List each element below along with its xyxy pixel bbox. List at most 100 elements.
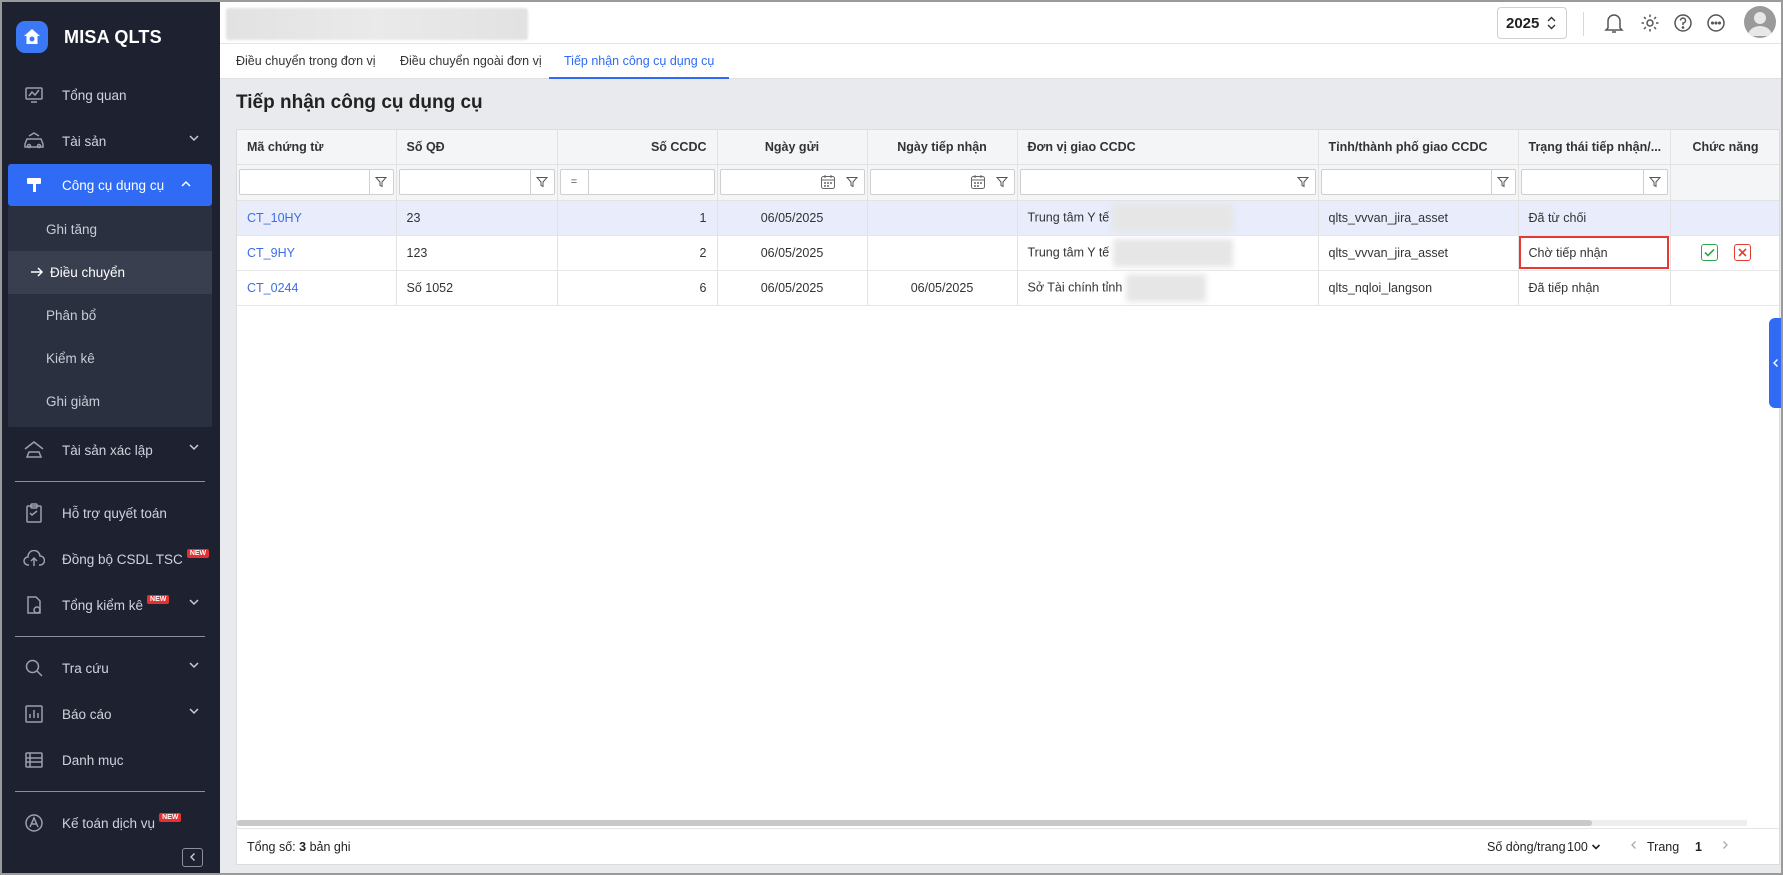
sidebar-subitem-label: Ghi tăng [46, 222, 98, 237]
cell-sending-unit: Trung tâm Y tế [1017, 200, 1319, 236]
table-row[interactable]: CT_10HY 23 1 06/05/2025 Trung tâm Y tế q… [237, 200, 1779, 236]
column-header-received-date[interactable]: Ngày tiếp nhận [867, 130, 1018, 165]
column-header-sent-date[interactable]: Ngày gửi [717, 130, 868, 165]
sidebar-divider [15, 791, 205, 792]
sidebar-item-settlement[interactable]: Hỗ trợ quyết toán [2, 490, 220, 536]
sidebar-item-total-inventory[interactable]: Tổng kiểm kê NEW [2, 582, 220, 628]
cell-status: Đã từ chối [1518, 200, 1671, 236]
calendar-icon[interactable] [970, 174, 986, 193]
cell-document-code[interactable]: CT_10HY [237, 200, 397, 236]
sidebar-item-lookup[interactable]: Tra cứu [2, 645, 220, 691]
gear-icon[interactable] [1639, 12, 1661, 34]
page-title: Tiếp nhận công cụ dụng cụ [236, 92, 483, 113]
sending-unit-name: Trung tâm Y tế [1027, 244, 1110, 259]
cell-sending-unit: Sở Tài chính tỉnh [1017, 270, 1319, 306]
car-icon [22, 129, 46, 153]
sidebar-item-sync[interactable]: Đồng bộ CSDL TSC NEW [2, 536, 220, 582]
column-header-sending-unit[interactable]: Đơn vị giao CCDC [1017, 130, 1319, 165]
side-panel-toggle[interactable] [1769, 318, 1781, 408]
sidebar-item-label: Kế toán dịch vụ [62, 815, 156, 831]
topbar-separator [1583, 12, 1584, 36]
calendar-icon[interactable] [820, 174, 836, 193]
tab-receive-tools[interactable]: Tiếp nhận công cụ dụng cụ [549, 44, 730, 79]
column-header-decision-no[interactable]: Số QĐ [396, 130, 558, 165]
sidebar-subitem-label: Kiểm kê [46, 351, 95, 366]
app-name: MISA QLTS [64, 26, 162, 47]
filter-operator-equals[interactable]: = [561, 170, 589, 194]
cell-document-code[interactable]: CT_0244 [237, 270, 397, 306]
filter-input-province[interactable] [1320, 169, 1516, 195]
brush-icon [22, 173, 46, 197]
page-number[interactable]: 1 [1695, 840, 1702, 854]
filter-input-decision-no[interactable] [398, 169, 555, 195]
filter-icon[interactable] [529, 170, 554, 194]
filter-input-document-code[interactable] [239, 169, 394, 195]
sidebar-collapse-button[interactable] [182, 848, 203, 867]
sidebar-item-accounting-service[interactable]: Kế toán dịch vụ NEW [2, 800, 220, 846]
top-bar: 2025 [220, 2, 1781, 44]
filter-icon[interactable] [840, 170, 864, 194]
year-selector[interactable]: 2025 [1497, 7, 1567, 39]
table-row[interactable]: CT_0244 Số 1052 6 06/05/2025 06/05/2025 … [237, 270, 1779, 306]
filter-icon[interactable] [1490, 170, 1515, 194]
scrollbar-thumb[interactable] [237, 820, 1592, 826]
filter-icon[interactable] [1291, 170, 1315, 194]
cell-received-date [867, 200, 1018, 236]
tab-external-transfer[interactable]: Điều chuyển ngoài đơn vị [400, 44, 542, 79]
column-header-province[interactable]: Tỉnh/thành phố giao CCDC [1318, 130, 1519, 165]
brand[interactable]: MISA QLTS [2, 2, 220, 72]
filter-icon[interactable] [990, 170, 1014, 194]
column-header-tool-qty[interactable]: Số CCDC [557, 130, 718, 165]
chevron-up-icon [180, 178, 192, 193]
previous-page-button[interactable] [1630, 839, 1638, 853]
cell-status-highlighted: Chờ tiếp nhận [1518, 235, 1671, 271]
reject-button[interactable] [1733, 244, 1751, 261]
cell-sent-date: 06/05/2025 [717, 200, 868, 236]
horizontal-scrollbar[interactable] [237, 820, 1747, 826]
column-header-document-code[interactable]: Mã chứng từ [237, 130, 397, 165]
sidebar-subitem-inventory[interactable]: Kiểm kê [8, 337, 212, 380]
cell-actions [1670, 270, 1779, 306]
filter-input-sending-unit[interactable] [1019, 169, 1316, 195]
sending-unit-name: Trung tâm Y tế [1027, 209, 1110, 224]
more-icon[interactable] [1705, 12, 1727, 34]
rows-per-page-select[interactable]: 100 [1567, 840, 1601, 854]
sidebar-item-catalog[interactable]: Danh mục [2, 737, 220, 783]
table-row[interactable]: CT_9HY 123 2 06/05/2025 Trung tâm Y tế q… [237, 235, 1779, 271]
sidebar-subitem-decrease[interactable]: Ghi giảm [8, 380, 212, 423]
sidebar-item-overview[interactable]: Tổng quan [2, 72, 220, 118]
sidebar-item-label: Danh mục [62, 752, 124, 768]
chevron-left-icon [188, 850, 198, 865]
sidebar-item-established-assets[interactable]: Tài sản xác lập [2, 427, 220, 473]
filter-icon[interactable] [368, 170, 393, 194]
rows-per-page-value: 100 [1567, 840, 1588, 854]
cell-actions [1670, 200, 1779, 236]
cell-document-code[interactable]: CT_9HY [237, 235, 397, 271]
sidebar-item-reports[interactable]: Báo cáo [2, 691, 220, 737]
filter-input-status[interactable] [1520, 169, 1668, 195]
sidebar-subitem-allocate[interactable]: Phân bổ [8, 294, 212, 337]
cell-tool-qty: 1 [557, 200, 718, 236]
cell-actions [1670, 235, 1779, 271]
cell-province: qlts_nqloi_langson [1318, 270, 1519, 306]
sidebar-item-assets[interactable]: Tài sản [2, 118, 220, 164]
next-page-button[interactable] [1721, 839, 1729, 853]
bell-icon[interactable] [1603, 12, 1625, 34]
data-grid: Mã chứng từ Số QĐ Số CCDC Ngày gửi Ngày … [236, 129, 1780, 865]
sidebar-subitem-transfer[interactable]: Điều chuyển [8, 251, 212, 294]
avatar[interactable] [1744, 6, 1776, 38]
tab-internal-transfer[interactable]: Điều chuyển trong đơn vị [236, 44, 376, 79]
help-icon[interactable] [1672, 12, 1694, 34]
cell-received-date [867, 235, 1018, 271]
filter-icon[interactable] [1642, 170, 1667, 194]
sidebar-subitem-increase[interactable]: Ghi tăng [8, 208, 212, 251]
sidebar-item-tools[interactable]: Công cụ dụng cụ [8, 164, 212, 206]
sidebar-subitem-label: Điều chuyển [50, 265, 126, 280]
new-badge: NEW [147, 594, 170, 604]
filter-input-received-date[interactable] [869, 169, 1015, 195]
organization-selector[interactable] [226, 8, 528, 40]
filter-input-sent-date[interactable] [719, 169, 865, 195]
column-header-status[interactable]: Trạng thái tiếp nhận/... [1518, 130, 1671, 165]
filter-input-tool-qty[interactable]: = [559, 169, 715, 195]
accept-button[interactable] [1700, 244, 1718, 261]
